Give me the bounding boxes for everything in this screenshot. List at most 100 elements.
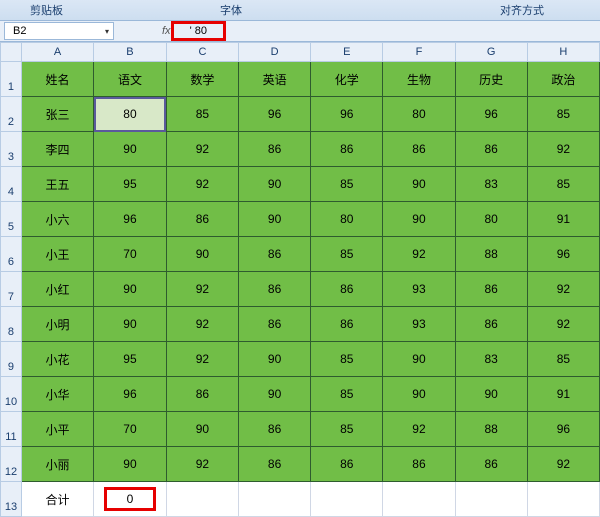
cell[interactable]: 86 [239,272,311,307]
row-header[interactable]: 6 [1,237,22,272]
cell[interactable]: 90 [383,202,455,237]
cell[interactable]: 生物 [383,62,455,97]
name-box[interactable]: B2 ▾ [4,22,114,40]
cell[interactable] [239,482,311,517]
cell[interactable]: 92 [166,272,238,307]
cell[interactable]: 王五 [21,167,93,202]
cell[interactable]: 86 [383,132,455,167]
cell[interactable]: 90 [383,377,455,412]
row-header[interactable]: 13 [1,482,22,517]
cell[interactable] [383,482,455,517]
cell[interactable]: 85 [311,412,383,447]
cell[interactable]: 91 [527,377,599,412]
cell[interactable]: 86 [239,132,311,167]
column-header[interactable]: A [21,43,93,62]
cell[interactable]: 合计 [21,482,93,517]
cell[interactable]: 86 [311,307,383,342]
cell[interactable]: 96 [455,97,527,132]
cell[interactable]: 96 [239,97,311,132]
cell[interactable]: 91 [527,202,599,237]
row-header[interactable]: 11 [1,412,22,447]
cell[interactable]: 90 [166,237,238,272]
cell[interactable]: 小花 [21,342,93,377]
selected-cell[interactable]: 80 [94,97,167,132]
row-header[interactable]: 3 [1,132,22,167]
cell[interactable]: 96 [527,412,599,447]
cell[interactable]: 85 [311,237,383,272]
cell[interactable]: 90 [94,307,167,342]
cell[interactable]: 90 [455,377,527,412]
formula-bar-value[interactable]: ' 80 [171,21,226,41]
cell[interactable]: 85 [311,167,383,202]
cell[interactable] [166,482,238,517]
cell[interactable]: 小平 [21,412,93,447]
cell[interactable]: 92 [527,307,599,342]
column-header[interactable]: E [311,43,383,62]
row-header[interactable]: 9 [1,342,22,377]
cell[interactable]: 88 [455,412,527,447]
cell[interactable]: 92 [166,167,238,202]
cell[interactable]: 96 [527,237,599,272]
cell[interactable]: 小王 [21,237,93,272]
column-header[interactable]: C [166,43,238,62]
cell[interactable]: 90 [383,342,455,377]
cell[interactable]: 70 [94,237,167,272]
cell[interactable]: 88 [455,237,527,272]
cell[interactable]: 85 [166,97,238,132]
cell[interactable]: 93 [383,272,455,307]
row-header[interactable]: 2 [1,97,22,132]
cell[interactable]: 小六 [21,202,93,237]
cell[interactable]: 92 [527,447,599,482]
cell[interactable]: 96 [94,202,167,237]
row-header[interactable]: 4 [1,167,22,202]
cell[interactable]: 80 [311,202,383,237]
cell[interactable]: 小华 [21,377,93,412]
cell[interactable]: 姓名 [21,62,93,97]
spreadsheet-grid[interactable]: ABCDEFGH1姓名语文数学英语化学生物历史政治2张三808596968096… [0,42,600,517]
cell[interactable]: 86 [239,237,311,272]
cell[interactable]: 92 [166,447,238,482]
cell[interactable]: 92 [166,132,238,167]
cell[interactable]: 92 [166,342,238,377]
cell[interactable]: 83 [455,342,527,377]
cell[interactable]: 96 [94,377,167,412]
cell[interactable]: 86 [239,412,311,447]
chevron-down-icon[interactable]: ▾ [105,27,109,36]
cell[interactable]: 85 [311,342,383,377]
cell[interactable] [527,482,599,517]
column-header[interactable]: B [94,43,167,62]
cell[interactable]: 小红 [21,272,93,307]
cell[interactable]: 85 [527,167,599,202]
cell[interactable]: 83 [455,167,527,202]
cell[interactable]: 90 [94,132,167,167]
column-header[interactable]: G [455,43,527,62]
cell[interactable]: 93 [383,307,455,342]
cell[interactable]: 85 [527,97,599,132]
cell[interactable]: 70 [94,412,167,447]
cell[interactable]: 85 [311,377,383,412]
cell[interactable]: 90 [239,167,311,202]
cell[interactable]: 小丽 [21,447,93,482]
cell[interactable] [311,482,383,517]
select-all-corner[interactable] [1,43,22,62]
fx-icon[interactable]: fx [162,25,171,37]
cell[interactable]: 92 [383,412,455,447]
cell[interactable]: 数学 [166,62,238,97]
cell[interactable]: 86 [311,132,383,167]
cell[interactable]: 90 [383,167,455,202]
cell[interactable]: 英语 [239,62,311,97]
cell[interactable]: 80 [455,202,527,237]
cell[interactable]: 86 [455,132,527,167]
cell[interactable]: 90 [94,272,167,307]
cell[interactable]: 历史 [455,62,527,97]
cell[interactable]: 李四 [21,132,93,167]
row-header[interactable]: 12 [1,447,22,482]
cell-total-highlight[interactable]: 0 [94,482,167,517]
row-header[interactable]: 10 [1,377,22,412]
row-header[interactable]: 8 [1,307,22,342]
cell[interactable]: 95 [94,167,167,202]
cell[interactable]: 90 [239,377,311,412]
cell[interactable]: 86 [166,377,238,412]
cell[interactable]: 86 [455,447,527,482]
row-header[interactable]: 5 [1,202,22,237]
